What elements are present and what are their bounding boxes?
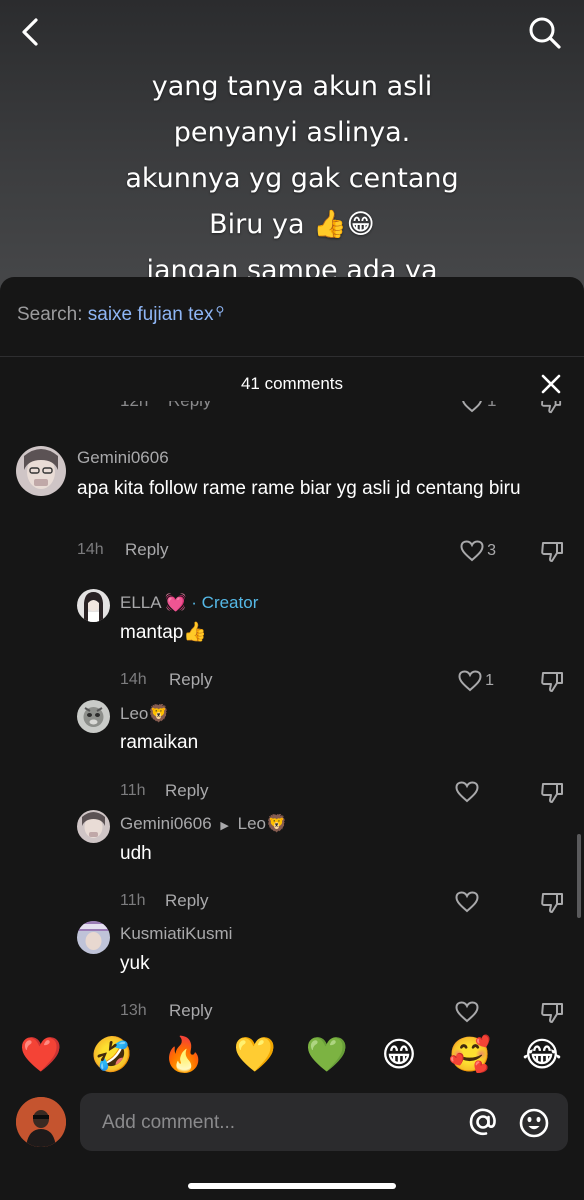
smiley-icon[interactable] — [518, 1107, 550, 1139]
avatar[interactable] — [77, 589, 110, 622]
partial-comment-meta: 12h Reply 1 — [0, 401, 584, 415]
avatar[interactable] — [77, 700, 110, 733]
comment-text: apa kita follow rame rame biar yg asli j… — [77, 478, 521, 499]
comment-time: 14h — [77, 541, 104, 558]
avatar[interactable] — [77, 810, 110, 843]
heart-outline-icon — [455, 1001, 479, 1023]
comment-text: ramaikan — [120, 732, 199, 753]
partial-time: 12h — [120, 401, 148, 411]
reply-button[interactable]: Reply — [169, 1001, 212, 1021]
emoji-button[interactable]: 😁 — [377, 1033, 421, 1077]
home-indicator — [188, 1183, 396, 1189]
comment-username[interactable]: Gemini0606 ▶ Leo🦁 — [120, 814, 287, 834]
comment-username[interactable]: Leo🦁 — [120, 704, 170, 724]
thumbs-down-icon[interactable] — [540, 670, 564, 694]
emoji-button[interactable]: 💛 — [233, 1033, 277, 1077]
heart-outline-icon — [455, 891, 479, 913]
partial-like-count: 1 — [487, 401, 496, 411]
at-sign-icon[interactable] — [468, 1107, 498, 1137]
comment-username[interactable]: Gemini0606 — [77, 448, 169, 468]
thumbs-down-icon[interactable] — [540, 781, 564, 805]
username-text: ELLA 💓 — [120, 593, 187, 612]
search-mini-icon: ⚲ — [215, 304, 225, 318]
like-button[interactable]: 3 — [460, 539, 496, 563]
like-count: 3 — [487, 542, 496, 559]
caption-line: Biru ya 👍😁 — [209, 209, 375, 240]
emoji-button[interactable]: 🔥 — [162, 1033, 206, 1077]
like-button[interactable]: 1 — [458, 669, 494, 693]
reply-button[interactable]: Reply — [165, 891, 208, 911]
emoji-button[interactable]: 🤣 — [90, 1033, 134, 1077]
comment-time: 11h — [120, 782, 146, 799]
search-query[interactable]: saixe fujian tex — [88, 304, 214, 325]
comment-time: 14h — [120, 671, 147, 688]
back-icon[interactable] — [14, 14, 50, 50]
like-button[interactable] — [455, 780, 482, 804]
comment-time: 11h — [120, 892, 146, 909]
reply-arrow-icon: ▶ — [220, 820, 229, 832]
comments-count: 41 comments — [240, 374, 344, 393]
caption-line: penyanyi aslinya. — [173, 117, 411, 148]
thumbs-down-icon[interactable] — [540, 540, 564, 564]
add-comment-input[interactable] — [100, 1093, 444, 1153]
close-icon[interactable] — [540, 373, 562, 395]
reply-button[interactable]: Reply — [165, 781, 208, 801]
search-suggestion[interactable]: Search: saixe fujian tex ⚲ — [17, 304, 224, 326]
quick-emoji-row: ❤️ 🤣 🔥 💛 💚 😁 🥰 😂 — [0, 1033, 584, 1079]
comment-input-box[interactable] — [80, 1093, 568, 1153]
reply-button[interactable]: Reply — [169, 670, 212, 690]
divider — [0, 356, 584, 357]
comment-username[interactable]: KusmiatiKusmi — [120, 924, 232, 944]
emoji-button[interactable]: 💚 — [305, 1033, 349, 1077]
comment-username[interactable]: ELLA 💓 · Creator — [120, 593, 258, 613]
search-icon[interactable] — [524, 12, 564, 52]
like-count: 1 — [485, 672, 494, 689]
avatar[interactable] — [16, 446, 66, 496]
video-background[interactable]: yang tanya akun asli penyanyi aslinya. a… — [0, 0, 584, 300]
scrollbar[interactable] — [577, 834, 581, 918]
creator-badge: · Creator — [191, 593, 259, 612]
comment-text: udh — [120, 843, 152, 864]
comment-time: 13h — [120, 1002, 147, 1019]
username-text: Gemini0606 — [120, 814, 212, 833]
heart-outline-icon[interactable] — [462, 401, 482, 413]
caption-line: akunnya yg gak centang — [125, 163, 459, 194]
emoji-button[interactable]: 😂 — [520, 1033, 564, 1077]
my-avatar[interactable] — [16, 1097, 66, 1147]
thumbs-down-icon[interactable] — [540, 401, 562, 415]
caption-line: yang tanya akun asli — [151, 71, 433, 102]
heart-outline-icon — [455, 781, 479, 803]
thumbs-down-icon[interactable] — [540, 891, 564, 915]
emoji-button[interactable]: ❤️ — [19, 1033, 63, 1077]
reply-to-username[interactable]: Leo🦁 — [238, 814, 288, 833]
reply-button[interactable]: Reply — [125, 540, 168, 560]
video-caption: yang tanya akun asli penyanyi aslinya. a… — [0, 64, 584, 294]
avatar[interactable] — [77, 921, 110, 954]
partial-reply[interactable]: Reply — [168, 401, 211, 411]
like-button[interactable] — [455, 890, 482, 914]
comment-text: yuk — [120, 953, 150, 974]
comment-text: mantap👍 — [120, 622, 208, 643]
emoji-button[interactable]: 🥰 — [448, 1033, 492, 1077]
search-label: Search: — [17, 304, 83, 325]
heart-outline-icon — [458, 670, 482, 692]
like-button[interactable] — [455, 1000, 482, 1024]
heart-outline-icon — [460, 540, 484, 562]
thumbs-down-icon[interactable] — [540, 1001, 564, 1025]
